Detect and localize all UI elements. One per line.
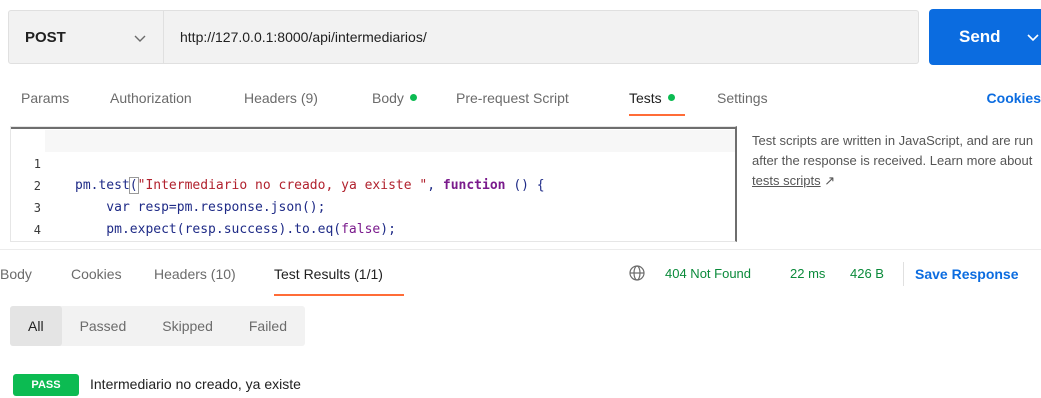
active-tab-underline (629, 114, 685, 116)
response-size[interactable]: 426 B (850, 266, 884, 281)
code-line: 3 pm.expect(resp.success).to.eq(false); (11, 175, 735, 237)
code-line: 4 }); (11, 197, 735, 237)
url-text: http://127.0.0.1:8000/api/intermediarios… (180, 29, 427, 45)
tab-headers-count: (9) (300, 90, 318, 106)
response-tab-test-results[interactable]: Test Results (1/1) (274, 266, 383, 282)
tab-tests-label: Tests (629, 90, 662, 106)
status-code[interactable]: 404 Not Found (665, 266, 751, 281)
code-text: pm.expect(resp.success).to.eq(false); (75, 222, 396, 237)
chevron-down-icon[interactable] (1027, 31, 1039, 43)
response-tab-headers[interactable]: Headers (10) (154, 266, 236, 282)
tab-params[interactable]: Params (21, 90, 69, 106)
url-input[interactable]: http://127.0.0.1:8000/api/intermediarios… (164, 10, 919, 64)
tab-body-label: Body (372, 90, 404, 106)
test-results-filter: All Passed Skipped Failed (10, 306, 305, 346)
body-indicator-dot (409, 94, 417, 101)
request-bar: POST http://127.0.0.1:8000/api/intermedi… (8, 9, 1041, 65)
code-line: 1 pm.test("Intermediario no creado, ya e… (11, 131, 735, 194)
response-tab-cookies[interactable]: Cookies (71, 266, 122, 282)
code-line: 2 var resp=pm.response.json(); (11, 153, 735, 215)
filter-failed[interactable]: Failed (231, 306, 305, 346)
send-button[interactable]: Send (929, 9, 1041, 65)
response-tab-body[interactable]: Body (0, 266, 32, 282)
external-link-icon: ↗ (824, 173, 836, 188)
tests-help-panel: Test scripts are written in JavaScript, … (752, 131, 1037, 191)
send-label: Send (959, 27, 1001, 46)
code-text: }); (75, 241, 98, 242)
save-response-button[interactable]: Save Response (915, 266, 1019, 282)
filter-skipped[interactable]: Skipped (144, 306, 231, 346)
pass-badge: PASS (13, 374, 79, 396)
line-number: 4 (33, 223, 41, 237)
method-label: POST (25, 28, 66, 46)
tests-indicator-dot (667, 94, 675, 101)
filter-passed[interactable]: Passed (62, 306, 145, 346)
tests-scripts-link[interactable]: tests scripts (752, 173, 821, 188)
tab-prerequest-script[interactable]: Pre-request Script (456, 90, 569, 106)
tab-settings[interactable]: Settings (717, 90, 768, 106)
tab-tests[interactable]: Tests (629, 90, 675, 106)
section-divider (0, 249, 1041, 250)
tab-headers[interactable]: Headers (9) (244, 90, 318, 106)
active-response-tab-underline (274, 294, 404, 296)
test-result-name: Intermediario no creado, ya existe (90, 376, 301, 392)
cookies-link[interactable]: Cookies (987, 90, 1041, 106)
filter-all[interactable]: All (10, 306, 62, 346)
globe-icon[interactable] (628, 264, 646, 282)
tab-authorization[interactable]: Authorization (110, 90, 192, 106)
tab-body[interactable]: Body (372, 90, 417, 106)
test-script-editor[interactable]: 1 pm.test("Intermediario no creado, ya e… (10, 126, 737, 242)
help-text: Test scripts are written in JavaScript, … (752, 133, 1034, 168)
status-divider (903, 262, 904, 286)
method-select[interactable]: POST (8, 10, 164, 64)
chevron-down-icon (134, 35, 146, 42)
request-tabs: Params Authorization Headers (9) Body Pr… (0, 78, 1041, 118)
tab-headers-label: Headers (244, 90, 297, 106)
response-time[interactable]: 22 ms (790, 266, 825, 281)
